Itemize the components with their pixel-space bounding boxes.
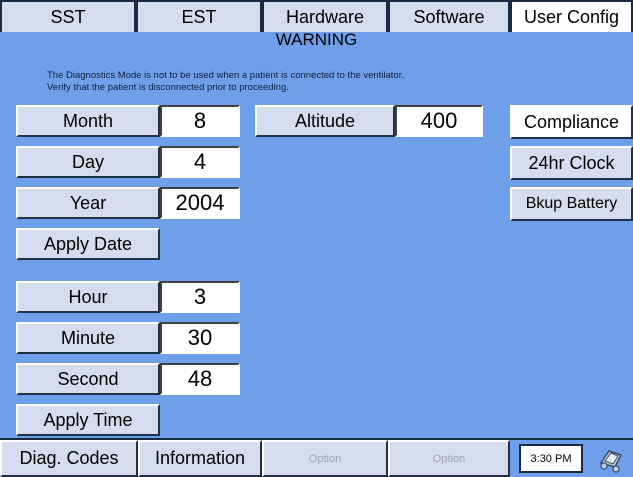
altitude-value: 400 [395, 105, 483, 137]
bkup-battery-button[interactable]: Bkup Battery [510, 187, 633, 221]
tab-sst[interactable]: SST [0, 0, 136, 32]
year-button[interactable]: Year [16, 187, 160, 219]
month-value: 8 [160, 105, 240, 137]
24hr-clock-button[interactable]: 24hr Clock [510, 146, 633, 180]
minute-value: 30 [160, 322, 240, 354]
apply-date-button[interactable]: Apply Date [16, 228, 160, 260]
day-value: 4 [160, 146, 240, 178]
tab-software[interactable]: Software [388, 0, 510, 32]
second-button[interactable]: Second [16, 363, 160, 395]
information-button[interactable]: Information [138, 440, 262, 477]
hour-value: 3 [160, 281, 240, 313]
option-button-1[interactable]: Option [262, 440, 388, 477]
tab-est[interactable]: EST [136, 0, 262, 32]
user-config-screen: SST EST Hardware Software User Config WA… [0, 0, 633, 477]
compliance-button[interactable]: Compliance [510, 105, 633, 139]
option-button-2[interactable]: Option [388, 440, 510, 477]
tab-hardware[interactable]: Hardware [262, 0, 388, 32]
month-button[interactable]: Month [16, 105, 160, 137]
warning-line-2: Verify that the patient is disconnected … [47, 82, 289, 93]
tab-user-config[interactable]: User Config [510, 0, 633, 32]
day-button[interactable]: Day [16, 146, 160, 178]
minute-button[interactable]: Minute [16, 322, 160, 354]
hour-button[interactable]: Hour [16, 281, 160, 313]
altitude-button[interactable]: Altitude [255, 105, 395, 137]
year-value: 2004 [160, 187, 240, 219]
warning-line-1: The Diagnostics Mode is not to be used w… [47, 70, 404, 81]
apply-time-button[interactable]: Apply Time [16, 404, 160, 436]
diag-codes-button[interactable]: Diag. Codes [0, 440, 138, 477]
warning-title: WARNING [275, 30, 358, 49]
second-value: 48 [160, 363, 240, 395]
clock-display: 3:30 PM [519, 444, 583, 473]
printer-icon[interactable] [591, 442, 631, 476]
